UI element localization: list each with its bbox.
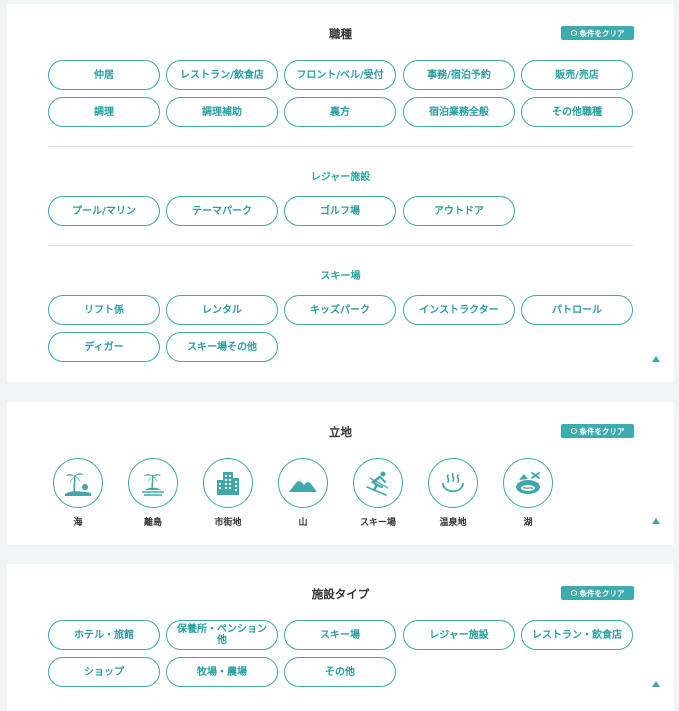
location-label: 海	[73, 518, 83, 528]
ski-option[interactable]: スキー場その他	[166, 332, 278, 362]
ski-option[interactable]: ディガー	[48, 332, 160, 362]
job-option[interactable]: 調理補助	[166, 97, 278, 127]
collapse-arrow-icon[interactable]	[652, 518, 660, 524]
location-option-hotspring[interactable]: 温泉地	[423, 458, 483, 528]
leisure-option[interactable]: ゴルフ場	[284, 196, 396, 226]
location-label: 温泉地	[439, 518, 467, 528]
location-label: 湖	[523, 518, 533, 528]
ski-option[interactable]: キッズパーク	[284, 295, 396, 325]
leisure-option[interactable]: プール/マリン	[48, 196, 160, 226]
facility-option[interactable]: 保養所・ペンション他	[166, 620, 278, 650]
section-divider	[48, 245, 633, 246]
location-clear-button[interactable]: 条件をクリア	[561, 424, 634, 438]
facility-option[interactable]: その他	[284, 657, 396, 687]
facility-type-panel: 施設タイプ 条件をクリア ホテル・旅館 保養所・ペンション他 スキー場 レジャー…	[7, 564, 674, 711]
refresh-icon	[570, 590, 577, 596]
location-option-sea[interactable]: 海	[48, 458, 108, 528]
location-option-mountain[interactable]: 山	[273, 458, 333, 528]
job-option[interactable]: 仲居	[48, 60, 160, 90]
location-label: 市街地	[214, 518, 242, 528]
ski-option[interactable]: パトロール	[521, 295, 633, 325]
island-icon	[128, 458, 178, 508]
location-panel: 立地 条件をクリア 海 離島 市街地 山 スキー場 温泉地 湖	[7, 402, 674, 545]
location-clear-label: 条件をクリア	[579, 426, 625, 436]
job-option[interactable]: 事務/宿泊予約	[403, 60, 515, 90]
facility-option[interactable]: ショップ	[48, 657, 160, 687]
refresh-icon	[570, 428, 577, 434]
facility-option[interactable]: スキー場	[284, 620, 396, 650]
location-option-lake[interactable]: 湖	[498, 458, 558, 528]
hot-spring-icon	[428, 458, 478, 508]
location-label: 離島	[143, 518, 162, 528]
job-option[interactable]: 宿泊業務全般	[403, 97, 515, 127]
facility-clear-button[interactable]: 条件をクリア	[561, 586, 634, 600]
skier-icon	[353, 458, 403, 508]
leisure-subtitle: レジャー施設	[310, 172, 371, 183]
location-label: 山	[298, 518, 308, 528]
facility-clear-label: 条件をクリア	[579, 588, 625, 598]
location-option-city[interactable]: 市街地	[198, 458, 258, 528]
job-clear-button[interactable]: 条件をクリア	[561, 26, 634, 40]
facility-option[interactable]: ホテル・旅館	[48, 620, 160, 650]
section-divider	[48, 146, 633, 147]
ski-option[interactable]: リフト係	[48, 295, 160, 325]
ski-subtitle: スキー場	[320, 271, 361, 282]
facility-option[interactable]: レストラン・飲食店	[521, 620, 633, 650]
leisure-option[interactable]: テーマパーク	[166, 196, 278, 226]
location-label: スキー場	[359, 518, 396, 528]
city-building-icon	[203, 458, 253, 508]
job-option[interactable]: フロント/ベル/受付	[284, 60, 396, 90]
job-option[interactable]: その他職種	[521, 97, 633, 127]
collapse-arrow-icon[interactable]	[652, 356, 660, 362]
mountain-icon	[278, 458, 328, 508]
location-option-ski[interactable]: スキー場	[348, 458, 408, 528]
ski-option[interactable]: インストラクター	[403, 295, 515, 325]
beach-icon	[53, 458, 103, 508]
location-option-island[interactable]: 離島	[123, 458, 183, 528]
lake-icon	[503, 458, 553, 508]
facility-option[interactable]: レジャー施設	[403, 620, 515, 650]
ski-option[interactable]: レンタル	[166, 295, 278, 325]
refresh-icon	[570, 30, 577, 36]
job-option[interactable]: 調理	[48, 97, 160, 127]
job-option[interactable]: レストラン/飲食店	[166, 60, 278, 90]
facility-option[interactable]: 牧場・農場	[166, 657, 278, 687]
collapse-arrow-icon[interactable]	[652, 681, 660, 687]
job-option[interactable]: 裏方	[284, 97, 396, 127]
job-clear-label: 条件をクリア	[579, 28, 625, 38]
job-option[interactable]: 販売/売店	[521, 60, 633, 90]
job-type-panel: 職種 条件をクリア 仲居 レストラン/飲食店 フロント/ベル/受付 事務/宿泊予…	[7, 4, 674, 382]
leisure-option[interactable]: アウトドア	[403, 196, 515, 226]
